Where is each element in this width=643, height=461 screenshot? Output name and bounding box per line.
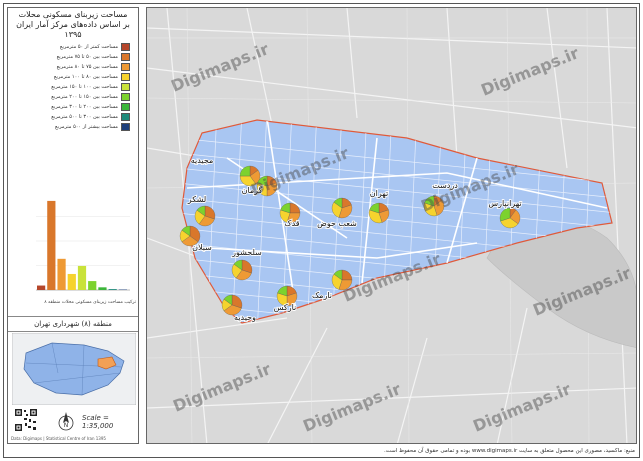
panel-title: مساحت زیربنای مسکونی محلات بر اساس داده‌… — [8, 10, 138, 40]
legend-swatch — [121, 83, 130, 91]
legend-swatch — [121, 43, 130, 51]
legend-swatch — [121, 123, 130, 131]
chart-caption: ترکیب مساحت زیربنای مسکونی محلات منطقه ۸ — [44, 300, 136, 305]
bar — [108, 289, 117, 290]
bar — [98, 287, 107, 290]
legend-label: مساحت بین ۳۰۰ تا ۵۰۰ مترمربع — [51, 114, 118, 120]
legend-item: مساحت بین ۵۰ تا ۷۵ مترمربع — [10, 52, 130, 62]
scale-text: Scale = 1:35,000 — [82, 414, 114, 430]
north-arrow-icon: N — [58, 412, 74, 431]
legend-label: مساحت بین ۲۰۰ تا ۳۰۰ مترمربع — [51, 104, 118, 110]
legend-swatch — [121, 113, 130, 121]
legend-item: مساحت بین ۳۰۰ تا ۵۰۰ مترمربع — [10, 112, 130, 122]
legend-label: مساحت بین ۸۰ تا ۱۰۰ مترمربع — [53, 74, 118, 80]
neighborhood-label: مجیدیه — [191, 156, 214, 165]
legend-label: مساحت کمتر از ۵۰ مترمربع — [59, 44, 118, 50]
neighborhood-label: سبلان — [192, 243, 212, 252]
legend-item: مساحت بین ۸۰ تا ۱۰۰ مترمربع — [10, 72, 130, 82]
bar — [37, 285, 46, 290]
legend-panel: مساحت زیربنای مسکونی محلات بر اساس داده‌… — [7, 7, 139, 444]
legend-swatch — [121, 63, 130, 71]
legend-item: مساحت بیشتر از ۵۰۰ مترمربع — [10, 122, 130, 132]
neighborhood-label: تهرانپارس — [488, 199, 521, 208]
qr-code-icon — [14, 408, 38, 432]
neighborhood-label: لشکر — [187, 195, 206, 204]
panel-title-line2: بر اساس داده‌های مرکز آمار ایران ۱۳۹۵ — [16, 20, 130, 39]
legend-label: مساحت بین ۷۵ تا ۸۰ مترمربع — [56, 64, 118, 70]
inset-title: منطقه (۸) شهرداری تهران — [8, 316, 138, 332]
neighborhood-label: سلحشور — [231, 248, 262, 257]
footer-copyright: منبع: ماکسید، مصوری این محصول متعلق به س… — [383, 448, 635, 454]
legend-item: مساحت کمتر از ۵۰ مترمربع — [10, 42, 130, 52]
legend-swatch — [121, 53, 130, 61]
legend-item: مساحت بین ۷۵ تا ۸۰ مترمربع — [10, 62, 130, 72]
panel-title-line1: مساحت زیربنای مسکونی محلات — [18, 10, 128, 19]
neighborhood-label: تهران — [370, 189, 388, 198]
credits: Data: Digimaps | Statistical Centre of I… — [11, 436, 106, 441]
legend-swatch — [121, 73, 130, 81]
neighborhood-label: نارکس — [274, 303, 297, 312]
neighborhood-label: وحیدیه — [234, 313, 256, 322]
legend-swatch — [121, 103, 130, 111]
legend-label: مساحت بین ۱۰۰ تا ۱۵۰ مترمربع — [51, 84, 118, 90]
legend-label: مساحت بین ۱۵۰ تا ۲۰۰ مترمربع — [51, 94, 118, 100]
neighborhood-label: نارمک — [312, 291, 332, 300]
bar — [77, 265, 87, 290]
bar — [67, 273, 76, 290]
north-label: N — [64, 422, 69, 429]
neighborhood-label: قدک — [284, 219, 299, 228]
legend-item: مساحت بین ۱۵۰ تا ۲۰۰ مترمربع — [10, 92, 130, 102]
bar-chart — [36, 200, 130, 291]
legend-item: مساحت بین ۱۰۰ تا ۱۵۰ مترمربع — [10, 82, 130, 92]
inset-map — [12, 333, 136, 405]
bar — [57, 258, 66, 290]
legend-swatch — [121, 93, 130, 101]
bar — [88, 281, 97, 290]
legend-label: مساحت بیشتر از ۵۰۰ مترمربع — [55, 124, 118, 130]
legend-item: مساحت بین ۲۰۰ تا ۳۰۰ مترمربع — [10, 102, 130, 112]
neighborhood-label: شعب حوض — [317, 219, 357, 228]
legend-label: مساحت بین ۵۰ تا ۷۵ مترمربع — [56, 54, 118, 60]
legend: مساحت کمتر از ۵۰ مترمربع مساحت بین ۵۰ تا … — [10, 42, 130, 132]
bar — [47, 200, 56, 290]
